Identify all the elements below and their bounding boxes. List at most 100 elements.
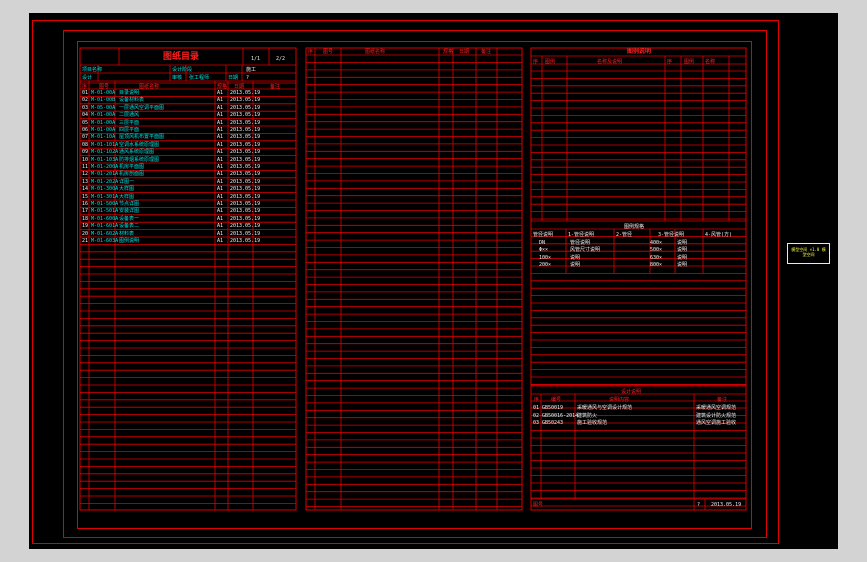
catalog-cell: 材料表 (119, 230, 135, 237)
catalog-cell: A1 (217, 149, 224, 156)
catalog-cell: 17 (82, 208, 89, 215)
legend-row-4: 4-风管(方) (705, 232, 733, 238)
notes-header-1: 序 (534, 397, 540, 403)
catalog-cell: 2013.05.19 (230, 97, 261, 104)
catalog-cell: 04 (82, 112, 89, 119)
viewport-scale-tag[interactable]: 模型空间 ×1.0 模型空间 (787, 243, 830, 264)
notes-cell: 采暖通风与空调设计规范 (577, 405, 633, 411)
meta-value-stage: 施工 (246, 67, 257, 73)
catalog-cell: M-01-101A (91, 141, 119, 148)
catalog-cell: 设备表一 (119, 215, 140, 222)
catalog-cell: A1 (217, 171, 224, 178)
p1-header-name: 图纸名称 (139, 84, 160, 90)
table-grid (79, 47, 747, 511)
catalog-cell: 空调水系统原理图 (119, 141, 160, 148)
catalog-cell: 2013.05.19 (230, 156, 261, 163)
notes-cell: 采暖通风空调规范 (696, 405, 737, 411)
catalog-cell: 2013.05.19 (230, 141, 261, 148)
footer-label: 图号 (533, 502, 544, 508)
catalog-cell: 06 (82, 127, 89, 133)
catalog-cell: 图例说明 (119, 238, 140, 244)
catalog-cell: M-01-00A (91, 119, 116, 126)
catalog-cell: 二层通风 (119, 112, 140, 119)
catalog-cell: 2013.05.19 (230, 90, 261, 96)
p2-header-code: 图号 (323, 49, 334, 55)
legend-item-cell: 说明 (570, 254, 581, 261)
notes-header-4: 备注 (717, 397, 728, 403)
catalog-cell: 02 (82, 97, 89, 104)
legend-item-cell: 管径说明 (570, 240, 591, 246)
catalog-cell: 2013.05.19 (230, 134, 261, 141)
catalog-cell: 防排烟系统原理图 (119, 156, 160, 163)
catalog-cell: 详图一 (119, 178, 135, 185)
catalog-cell: 2013.05.19 (230, 215, 261, 222)
catalog-cell: M-01-202A (91, 178, 119, 185)
catalog-cell: 2013.05.19 (230, 208, 261, 215)
catalog-cell: A1 (217, 193, 224, 200)
meta-label-project: 项目名称 (82, 67, 103, 73)
p3-header-2: 图例 (545, 59, 556, 65)
catalog-cell: M-01-103A (91, 156, 119, 163)
catalog-cell: 19 (82, 223, 89, 230)
legend-item-cell: 500× (650, 247, 663, 254)
meta-label-date: 日期 (228, 75, 239, 81)
p3-header-4: 序 (667, 59, 673, 65)
p3-header-6: 名称 (705, 59, 716, 65)
catalog-cell: A1 (217, 201, 224, 207)
notes-cell: GB50243 (542, 420, 564, 426)
catalog-cell: 2013.05.19 (230, 149, 261, 156)
catalog-cell: 三层平面 (119, 119, 140, 126)
notes-header-3: 说明内容 (609, 397, 630, 403)
catalog-cell: M-01-501A (91, 208, 119, 215)
catalog-cell: 10 (82, 156, 89, 163)
p3-header-1: 序 (533, 59, 539, 65)
catalog-cell: A1 (217, 119, 224, 126)
catalog-cell: M-01-10A (91, 134, 116, 141)
legend-item-cell: 说明 (677, 247, 688, 254)
catalog-cell: A1 (217, 238, 224, 244)
catalog-cell: A1 (217, 208, 224, 215)
catalog-cell: 大样图 (119, 193, 135, 200)
catalog-cell: 03 (82, 104, 89, 111)
catalog-cell: 21 (82, 238, 89, 244)
catalog-cell: M-01-00A (91, 127, 116, 133)
catalog-cell: 设备表二 (119, 223, 140, 230)
notes-title: 设计说明 (621, 389, 642, 395)
legend-item-cell: 说明 (677, 240, 688, 246)
meta-label-stage: 设计阶段 (172, 67, 193, 73)
catalog-cell: A1 (217, 127, 224, 133)
legend-item-cell: 400× (650, 240, 663, 246)
catalog-cell: 13 (82, 178, 89, 185)
p3-header-3: 名称及说明 (597, 59, 623, 65)
legend-item-cell: 630× (650, 254, 663, 261)
legend-row-2: 2-管径 (616, 232, 633, 238)
catalog-cell: A1 (217, 230, 224, 237)
drawing-canvas[interactable]: 图纸目录 1/1 2/2 项目名称 设计阶段 施工 设计 审核 张工程师 日期 … (29, 13, 838, 549)
catalog-cell: 大样图 (119, 186, 135, 193)
catalog-cell: 2013.05.19 (230, 193, 261, 200)
catalog-title: 图纸目录 (163, 52, 200, 62)
p2-header-size: 规格 (443, 49, 454, 55)
catalog-cell: 16 (82, 201, 89, 207)
catalog-cell: 12 (82, 171, 89, 178)
legend-item-cell: Φ×× (539, 247, 549, 254)
catalog-cell: 2013.05.19 (230, 178, 261, 185)
legend-item-cell: 800× (650, 262, 663, 269)
catalog-cell: 2013.05.19 (230, 230, 261, 237)
footer-date: 2013.05.19 (711, 502, 742, 508)
panel2-table-frame (305, 47, 523, 511)
catalog-cell: 15 (82, 193, 89, 200)
legend-item-cell: 说明 (570, 262, 581, 269)
page-current: 1/1 (251, 56, 261, 62)
notes-cell: 通风空调施工验收 (696, 420, 737, 426)
catalog-cell: 18 (82, 215, 89, 222)
catalog-cell: 07 (82, 134, 89, 141)
p2-header-date: 日期 (459, 49, 470, 55)
catalog-cell: 一层通风空调平面图 (119, 104, 165, 111)
notes-cell: 施工验收规范 (577, 420, 608, 426)
catalog-cell: 20 (82, 230, 89, 237)
notes-header-2: 编号 (551, 397, 562, 403)
catalog-cell: 2013.05.19 (230, 171, 261, 178)
catalog-cell: A1 (217, 104, 224, 111)
notes-cell: 03 (533, 420, 540, 426)
